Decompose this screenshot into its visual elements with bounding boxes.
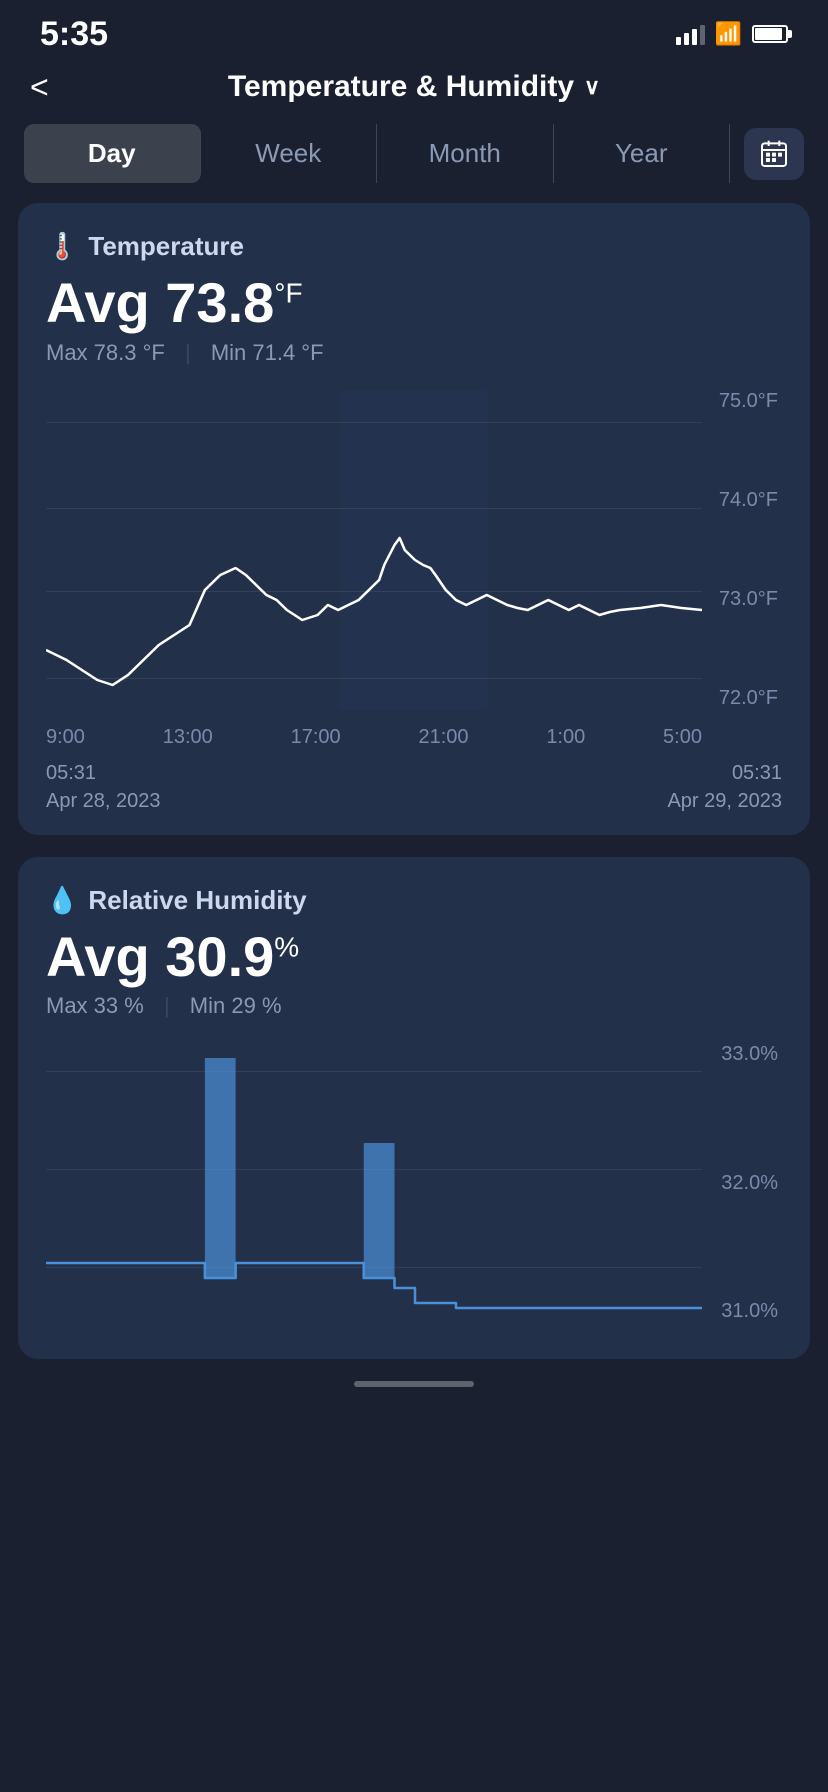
header: < Temperature & Humidity ∨ [0,60,828,124]
temperature-label: Temperature [88,231,244,262]
tab-day[interactable]: Day [24,124,201,183]
battery-icon [752,25,788,43]
status-time: 5:35 [40,15,108,54]
y-label: 72.0°F [702,687,782,710]
y-label: 74.0°F [702,489,782,512]
calendar-button[interactable] [744,128,804,180]
temp-y-labels: 75.0°F 74.0°F 73.0°F 72.0°F [702,390,782,710]
header-title: Temperature & Humidity ∨ [228,70,600,104]
hum-y-label: 31.0% [702,1300,782,1323]
y-label: 73.0°F [702,588,782,611]
tab-month[interactable]: Month [377,124,554,183]
temp-chart-svg [46,390,702,710]
hum-y-labels: 33.0% 32.0% 31.0% [702,1043,782,1323]
x-label: 1:00 [546,726,585,749]
hum-min: Min 29 % [190,993,282,1018]
humidity-card: 💧 Relative Humidity Avg 30.9% Max 33 % |… [18,857,810,1360]
temperature-header: 🌡️ Temperature [46,231,782,262]
hum-y-label: 32.0% [702,1172,782,1195]
y-label: 75.0°F [702,390,782,413]
hum-chart-area [46,1043,702,1323]
temperature-avg: Avg 73.8°F [46,272,782,334]
temperature-card: 🌡️ Temperature Avg 73.8°F Max 78.3 °F | … [18,203,810,835]
signal-icon [676,23,705,45]
back-button[interactable]: < [30,69,49,106]
x-label: 17:00 [291,726,341,749]
thermometer-icon: 🌡️ [46,231,78,262]
x-label: 21:00 [418,726,468,749]
hum-max: Max 33 % [46,993,144,1018]
status-bar: 5:35 📶 [0,0,828,60]
hum-y-label: 33.0% [702,1043,782,1066]
status-icons: 📶 [676,21,788,47]
temp-date-start: 05:31 Apr 28, 2023 [46,759,161,815]
tab-year[interactable]: Year [554,124,731,183]
droplet-icon: 💧 [46,885,78,916]
dropdown-chevron-icon[interactable]: ∨ [584,74,600,100]
tab-bar: Day Week Month Year [0,124,828,183]
humidity-label: Relative Humidity [88,885,306,916]
x-label: 5:00 [663,726,702,749]
humidity-header: 💧 Relative Humidity [46,885,782,916]
avg-prefix: Avg [46,271,165,334]
temp-x-labels: 9:00 13:00 17:00 21:00 1:00 5:00 [46,726,782,749]
hum-chart-svg [46,1043,702,1323]
humidity-minmax: Max 33 % | Min 29 % [46,993,782,1019]
scroll-indicator [354,1381,474,1387]
temp-min: Min 71.4 °F [211,340,324,365]
wifi-icon: 📶 [715,21,742,47]
x-label: 13:00 [163,726,213,749]
temp-chart-area [46,390,702,710]
calendar-icon [758,138,790,170]
humidity-chart: 33.0% 32.0% 31.0% [46,1043,782,1323]
avg-prefix: Avg [46,925,165,988]
temperature-chart: 75.0°F 74.0°F 73.0°F 72.0°F [46,390,782,710]
humidity-avg: Avg 30.9% [46,926,782,988]
tab-week[interactable]: Week [201,124,378,183]
x-label: 9:00 [46,726,85,749]
temp-date-end: 05:31 Apr 29, 2023 [667,759,782,815]
page-title: Temperature & Humidity [228,70,574,104]
temp-chart-dates: 05:31 Apr 28, 2023 05:31 Apr 29, 2023 [46,759,782,815]
temperature-minmax: Max 78.3 °F | Min 71.4 °F [46,340,782,366]
temp-max: Max 78.3 °F [46,340,165,365]
